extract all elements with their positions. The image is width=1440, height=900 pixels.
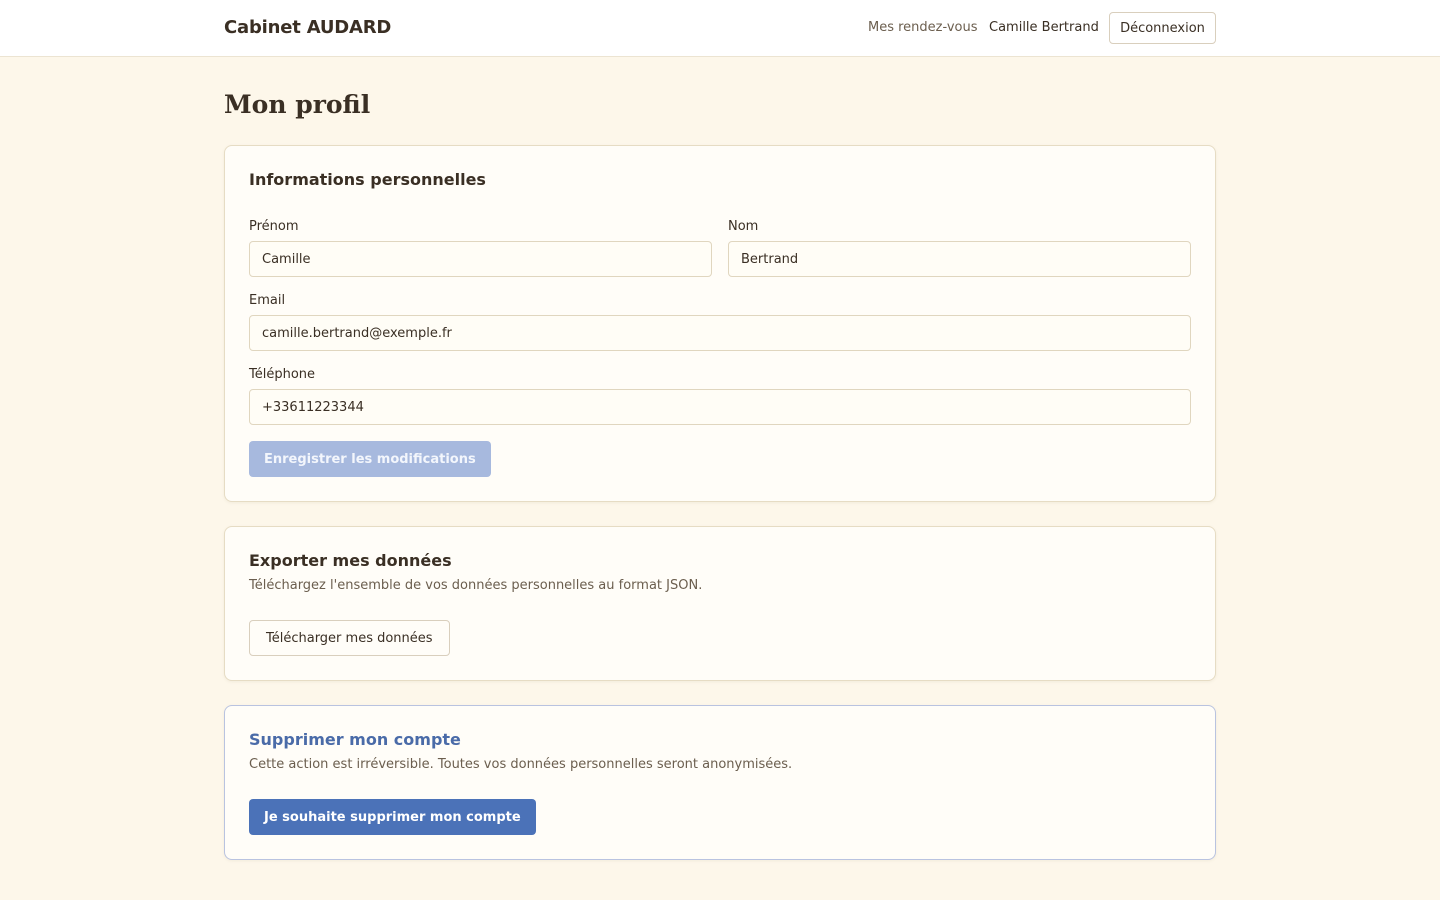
personal-info-title: Informations personnelles <box>249 170 486 189</box>
last-name-label: Nom <box>728 219 759 234</box>
first-name-label: Prénom <box>249 219 299 234</box>
logout-button[interactable]: Déconnexion <box>1109 12 1216 44</box>
export-data-description: Téléchargez l'ensemble de vos données pe… <box>249 578 703 593</box>
delete-account-title: Supprimer mon compte <box>249 730 461 749</box>
page-title: Mon profil <box>224 90 371 119</box>
personal-info-card: Informations personnelles Prénom Nom Ema… <box>224 145 1216 502</box>
brand-logo-text[interactable]: Cabinet AUDARD <box>224 17 391 38</box>
current-user-name: Camille Bertrand <box>989 20 1099 35</box>
download-data-button[interactable]: Télécharger mes données <box>249 620 450 656</box>
nav-link-appointments[interactable]: Mes rendez-vous <box>868 20 978 35</box>
top-navigation-bar: Cabinet AUDARD Mes rendez-vous Camille B… <box>0 0 1440 57</box>
email-label: Email <box>249 293 286 308</box>
export-data-card: Exporter mes données Téléchargez l'ensem… <box>224 526 1216 681</box>
email-input[interactable] <box>249 315 1191 351</box>
phone-input[interactable] <box>249 389 1191 425</box>
last-name-input[interactable] <box>728 241 1191 277</box>
delete-account-card: Supprimer mon compte Cette action est ir… <box>224 705 1216 860</box>
phone-label: Téléphone <box>249 367 316 382</box>
delete-account-button[interactable]: Je souhaite supprimer mon compte <box>249 799 536 835</box>
save-changes-button[interactable]: Enregistrer les modifications <box>249 441 491 477</box>
first-name-input[interactable] <box>249 241 712 277</box>
export-data-title: Exporter mes données <box>249 551 452 570</box>
delete-account-description: Cette action est irréversible. Toutes vo… <box>249 757 793 772</box>
